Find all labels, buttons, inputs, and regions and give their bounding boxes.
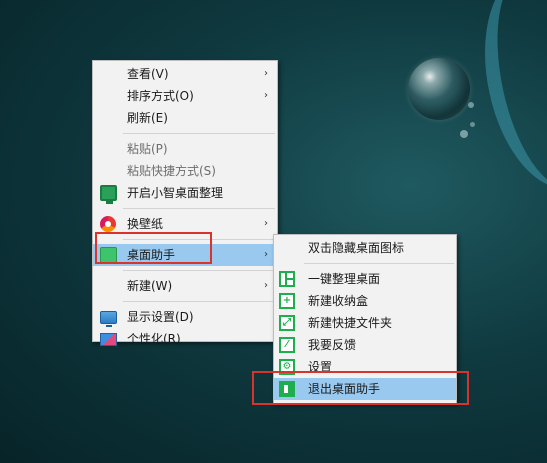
wallpaper-icon — [100, 216, 116, 232]
personalize-icon — [100, 333, 117, 346]
submenu-item-hide-icons[interactable]: 双击隐藏桌面图标 — [274, 237, 456, 259]
submenu-item-feedback[interactable]: ⁄ 我要反馈 — [274, 334, 456, 356]
menu-item-open-desktop-organizer[interactable]: 开启小智桌面整理 — [93, 182, 277, 204]
menu-item-label: 个性化(R) — [127, 332, 181, 346]
menu-item-label: 排序方式(O) — [127, 89, 194, 103]
menu-item-view[interactable]: 查看(V) › — [93, 63, 277, 85]
submenu-item-new-box[interactable]: + 新建收纳盒 — [274, 290, 456, 312]
wallpaper-droplet — [460, 130, 468, 138]
annotation-highlight-box — [252, 371, 469, 405]
menu-item-refresh[interactable]: 刷新(E) — [93, 107, 277, 129]
annotation-highlight-box — [95, 232, 212, 264]
menu-item-label: 双击隐藏桌面图标 — [308, 241, 405, 255]
menu-separator — [123, 133, 275, 134]
menu-item-label: 开启小智桌面整理 — [127, 186, 224, 200]
plus-box-icon: + — [279, 293, 295, 309]
menu-item-label: 新建(W) — [127, 279, 173, 293]
menu-item-label: 我要反馈 — [308, 338, 357, 352]
menu-item-display-settings[interactable]: 显示设置(D) — [93, 306, 277, 328]
display-icon — [100, 311, 117, 327]
menu-item-label: 粘贴快捷方式(S) — [127, 164, 216, 178]
menu-item-paste: 粘贴(P) — [93, 138, 277, 160]
menu-item-personalize[interactable]: 个性化(R) — [93, 328, 277, 350]
menu-item-label: 刷新(E) — [127, 111, 168, 125]
submenu-arrow-icon: › — [264, 280, 268, 291]
menu-separator — [123, 208, 275, 209]
menu-separator — [304, 263, 454, 264]
submenu-item-new-shortcut-folder[interactable]: ⤢ 新建快捷文件夹 — [274, 312, 456, 334]
wallpaper-droplet — [470, 122, 475, 127]
organize-icon — [279, 271, 295, 287]
wallpaper-droplet — [468, 102, 474, 108]
monitor-green-icon — [100, 185, 117, 204]
menu-item-label: 一键整理桌面 — [308, 272, 381, 286]
menu-item-label: 粘贴(P) — [127, 142, 168, 156]
menu-separator — [123, 301, 275, 302]
wallpaper-swoosh-decoration — [466, 0, 547, 201]
menu-item-label: 换壁纸 — [127, 217, 164, 231]
submenu-arrow-icon: › — [264, 90, 268, 101]
menu-item-new[interactable]: 新建(W) › — [93, 275, 277, 297]
submenu-item-organize-desktop[interactable]: 一键整理桌面 — [274, 268, 456, 290]
menu-item-label: 新建收纳盒 — [308, 294, 369, 308]
submenu-arrow-icon: › — [264, 68, 268, 79]
submenu-arrow-icon: › — [264, 249, 268, 260]
pencil-icon: ⁄ — [279, 337, 295, 353]
desktop-context-menu: 查看(V) › 排序方式(O) › 刷新(E) 粘贴(P) 粘贴快捷方式(S) … — [92, 60, 278, 346]
submenu-arrow-icon: › — [264, 218, 268, 229]
expand-arrow-icon: ⤢ — [279, 315, 295, 331]
menu-separator — [123, 270, 275, 271]
menu-item-paste-shortcut: 粘贴快捷方式(S) — [93, 160, 277, 182]
menu-item-label: 查看(V) — [127, 67, 169, 81]
menu-item-label: 显示设置(D) — [127, 310, 194, 324]
wallpaper-bubble-decoration — [408, 58, 470, 120]
menu-item-label: 新建快捷文件夹 — [308, 316, 393, 330]
menu-item-sort-by[interactable]: 排序方式(O) › — [93, 85, 277, 107]
